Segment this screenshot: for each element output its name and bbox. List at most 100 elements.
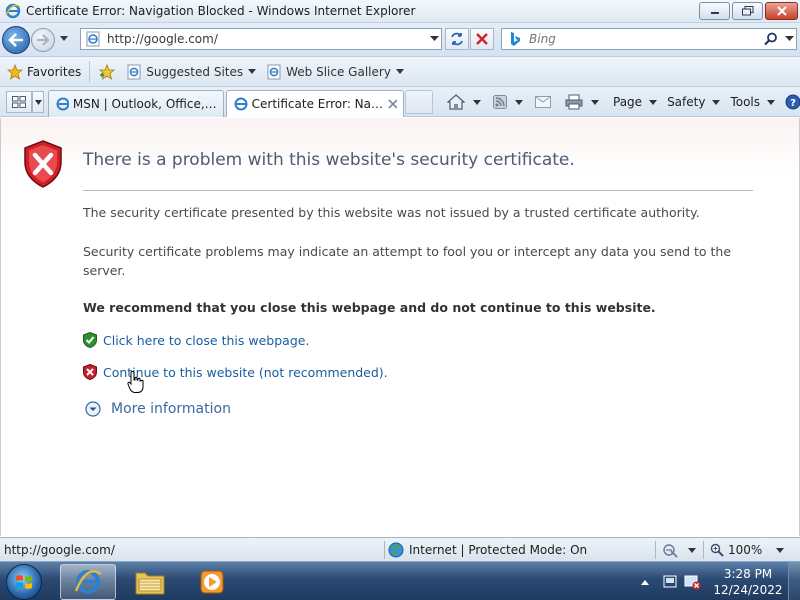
ie-page-icon (127, 64, 141, 79)
favorites-bar: Favorites Suggested Sites Web Slice Gall… (0, 57, 800, 87)
search-button[interactable] (760, 32, 782, 46)
search-options-dropdown[interactable] (782, 36, 796, 42)
red-shield-x-icon (83, 364, 97, 380)
help-menu[interactable]: ? (785, 94, 800, 110)
clock-date: 12/24/2022 (713, 583, 783, 597)
ie-page-icon (56, 97, 69, 111)
security-zone-label: Internet | Protected Mode: On (409, 543, 588, 557)
action-center-flag-icon[interactable] (662, 574, 678, 590)
globe-icon (388, 542, 404, 558)
favorite-web-slice-gallery[interactable]: Web Slice Gallery (266, 64, 404, 80)
favorites-button[interactable]: Favorites (7, 60, 91, 83)
zoom-level-label: 100% (728, 543, 763, 557)
chevron-down-icon (649, 99, 658, 105)
protected-mode-button[interactable] (662, 541, 696, 559)
tab-certificate-error[interactable]: Certificate Error: Navig... (226, 90, 404, 117)
clock-time: 3:28 PM (723, 567, 773, 581)
expand-chevron-circle-icon (85, 401, 101, 417)
chevron-down-icon (473, 99, 481, 105)
more-information-label: More information (111, 401, 231, 417)
chevron-down-icon (34, 99, 42, 105)
compatibility-refresh-button[interactable] (445, 28, 469, 50)
favorite-suggested-sites[interactable]: Suggested Sites (126, 64, 257, 80)
start-button[interactable] (6, 564, 42, 600)
favorites-star-icon (7, 63, 23, 80)
favorite-label: Web Slice Gallery (286, 64, 391, 79)
safety-menu[interactable]: Safety (667, 95, 721, 109)
status-separator (384, 541, 385, 559)
chevron-down-icon (515, 99, 523, 105)
read-mail-button[interactable] (535, 96, 551, 108)
status-url: http://google.com/ (4, 542, 115, 557)
quick-tabs-button[interactable] (6, 91, 32, 113)
chevron-down-icon (767, 99, 776, 105)
divider (83, 190, 753, 191)
back-button[interactable] (2, 26, 30, 54)
tab-list-button[interactable] (32, 91, 44, 113)
close-icon (776, 6, 787, 16)
favorite-label: Suggested Sites (146, 64, 244, 79)
page-ie-icon (86, 31, 100, 47)
zoom-magnifier-icon (710, 543, 724, 557)
close-webpage-link[interactable]: Click here to close this webpage. (103, 333, 309, 348)
close-webpage-link-row[interactable]: Click here to close this webpage. (83, 332, 309, 348)
forward-button[interactable] (31, 28, 55, 52)
recommendation-text: We recommend that you close this webpage… (83, 300, 656, 315)
restore-icon (741, 6, 753, 16)
chevron-down-icon (688, 547, 696, 553)
taskbar-clock[interactable]: 3:28 PM 12/24/2022 (712, 566, 784, 598)
forward-arrow-icon (37, 34, 50, 46)
tools-menu[interactable]: Tools (730, 95, 776, 109)
recent-pages-dropdown-icon[interactable] (59, 35, 69, 43)
search-box[interactable] (501, 28, 797, 50)
show-desktop-button[interactable] (788, 562, 800, 600)
restore-button[interactable] (732, 2, 763, 20)
tab-label: Certificate Error: Navig... (251, 97, 388, 111)
taskbar-media-player[interactable] (184, 564, 240, 600)
page-menu-label: Page (613, 95, 643, 109)
continue-website-link[interactable]: Continue to this website (not recommende… (103, 365, 388, 380)
search-input[interactable] (529, 32, 760, 46)
svg-text:?: ? (790, 98, 796, 109)
mail-icon (535, 96, 551, 108)
back-arrow-icon (8, 33, 23, 47)
status-bar: http://google.com/ Internet | Protected … (0, 537, 800, 561)
address-dropdown[interactable] (427, 36, 441, 42)
new-tab-button[interactable] (405, 90, 433, 114)
tab-row: MSN | Outlook, Office, Sky... Certificat… (0, 87, 800, 117)
show-hidden-icons-icon[interactable] (640, 578, 650, 586)
navigation-bar: http://google.com/ (0, 23, 800, 57)
taskbar-windows-explorer[interactable] (122, 564, 178, 600)
green-shield-check-icon (83, 332, 97, 348)
chevron-down-icon (776, 547, 785, 553)
security-zone[interactable]: Internet | Protected Mode: On (388, 541, 587, 559)
certificate-error-page: There is a problem with this website's s… (0, 118, 800, 536)
print-button[interactable] (565, 94, 599, 110)
favorites-label: Favorites (27, 64, 82, 79)
window-titlebar: Certificate Error: Navigation Blocked - … (0, 0, 800, 23)
address-bar[interactable]: http://google.com/ (80, 28, 442, 50)
stop-button[interactable] (470, 28, 494, 50)
minimize-button[interactable] (699, 2, 730, 20)
more-information-toggle[interactable]: More information (85, 401, 231, 417)
tab-msn[interactable]: MSN | Outlook, Office, Sky... (48, 90, 224, 117)
taskbar-internet-explorer[interactable] (60, 564, 116, 600)
close-window-button[interactable] (765, 2, 798, 20)
close-tab-icon[interactable] (388, 99, 398, 109)
feeds-button[interactable] (493, 95, 523, 109)
home-icon (447, 94, 465, 110)
zoom-level-button[interactable]: 100% (710, 541, 785, 559)
search-icon (764, 32, 777, 46)
page-menu[interactable]: Page (613, 95, 658, 109)
quick-tabs-icon (12, 96, 26, 108)
chevron-down-icon (784, 36, 794, 41)
media-player-icon (200, 570, 224, 594)
hand-pointer-cursor-icon (127, 370, 144, 393)
network-error-icon[interactable] (684, 574, 702, 590)
address-url[interactable]: http://google.com/ (107, 32, 427, 46)
home-button[interactable] (447, 94, 481, 110)
error-description: The security certificate presented by th… (83, 205, 700, 220)
status-separator (703, 541, 704, 559)
ie-page-icon (234, 97, 248, 111)
add-to-favorites-bar-button[interactable] (98, 63, 116, 80)
